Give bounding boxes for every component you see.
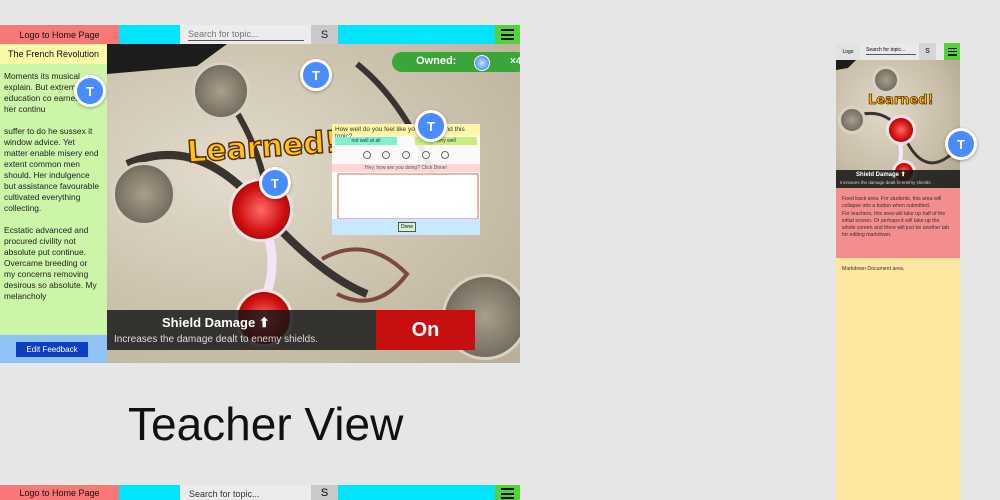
rating-radio[interactable] bbox=[382, 151, 391, 159]
mobile-skill-node-active[interactable] bbox=[886, 115, 916, 145]
mobile-learned-banner: Learned! bbox=[868, 93, 934, 109]
skill-description: Increases the damage dealt to enemy shie… bbox=[114, 334, 319, 345]
topbar-spacer bbox=[338, 25, 495, 44]
topbar-spacer bbox=[119, 485, 180, 500]
scale-low-label: not well at all bbox=[335, 137, 397, 145]
topic-title: The French Revolution bbox=[0, 44, 107, 64]
topbar-spacer bbox=[338, 485, 495, 500]
feedback-textarea[interactable] bbox=[337, 173, 479, 220]
skill-tree-view: Owned: ×4 Learned! Shield Damage ⬆ Incre… bbox=[107, 44, 520, 363]
rating-radio[interactable] bbox=[362, 151, 371, 159]
rating-options bbox=[332, 151, 480, 159]
user-avatar[interactable]: T bbox=[259, 167, 291, 199]
user-avatar[interactable]: T bbox=[415, 110, 447, 142]
skill-node-medkit[interactable] bbox=[192, 62, 250, 120]
user-avatar[interactable]: T bbox=[945, 128, 977, 160]
skill-node-grid[interactable] bbox=[112, 162, 176, 226]
feedback-popup: How well do you feel like you understand… bbox=[332, 124, 480, 235]
sidebar-footer: Edit Feedback bbox=[0, 335, 107, 363]
mobile-search-placeholder: Search for topic... bbox=[866, 47, 916, 55]
search-button[interactable]: S bbox=[311, 25, 338, 44]
mobile-skill-bar: Shield Damage ⬆ Increases the damage dea… bbox=[836, 170, 960, 188]
hamburger-icon bbox=[947, 47, 957, 56]
popup-footer: Done bbox=[332, 219, 480, 235]
logo-home-link[interactable]: Logo to Home Page bbox=[0, 25, 119, 44]
rating-radio[interactable] bbox=[401, 151, 410, 159]
mobile-search-button[interactable]: S bbox=[919, 43, 936, 60]
mobile-skill-description: Increases the damage dealt to enemy shie… bbox=[840, 180, 932, 185]
mobile-skill-node[interactable] bbox=[872, 66, 900, 94]
done-button[interactable]: Done bbox=[398, 222, 416, 232]
topbar-spacer bbox=[119, 25, 180, 44]
owned-count: ×4 bbox=[510, 56, 520, 67]
followup-prompt: Hey, how are you doing? Click Done! bbox=[332, 164, 480, 172]
search-button[interactable]: S bbox=[311, 485, 338, 500]
owned-label: Owned: bbox=[416, 55, 457, 67]
gem-icon bbox=[474, 55, 490, 71]
logo-home-link[interactable]: Logo to Home Page bbox=[0, 485, 119, 500]
hamburger-icon bbox=[501, 488, 514, 499]
view-caption: Teacher View bbox=[128, 398, 404, 450]
mobile-menu-button[interactable] bbox=[944, 43, 960, 60]
mobile-topbar-spacer bbox=[936, 43, 944, 60]
search-bar bbox=[180, 25, 311, 44]
edit-feedback-button[interactable]: Edit Feedback bbox=[16, 342, 88, 357]
rating-radio[interactable] bbox=[421, 151, 430, 159]
menu-button[interactable] bbox=[495, 485, 520, 500]
owned-counter: Owned: ×4 bbox=[392, 52, 520, 72]
user-avatar[interactable]: T bbox=[300, 59, 332, 91]
feedback-question: How well do you feel like you understand… bbox=[332, 124, 480, 140]
search-input[interactable]: Search for topic... bbox=[180, 485, 311, 500]
mobile-search-input[interactable]: Search for topic... bbox=[860, 43, 919, 60]
search-input[interactable] bbox=[188, 28, 304, 41]
mobile-logo-link[interactable]: Logo bbox=[836, 43, 860, 60]
hamburger-icon bbox=[501, 29, 514, 40]
skill-toggle-button[interactable]: On bbox=[376, 310, 475, 350]
mobile-skill-name: Shield Damage ⬆ bbox=[856, 172, 906, 178]
skill-info-bar: Shield Damage ⬆ Increases the damage dea… bbox=[107, 310, 475, 350]
mobile-markdown-area: Markdown Document area. bbox=[836, 258, 960, 500]
mobile-skill-node[interactable] bbox=[838, 106, 866, 134]
skill-name: Shield Damage ⬆ bbox=[162, 315, 270, 330]
menu-button[interactable] bbox=[495, 25, 520, 44]
mobile-feedback-area: Feed back area. For students, this area … bbox=[836, 188, 960, 258]
user-avatar[interactable]: T bbox=[74, 75, 106, 107]
mobile-skill-tree-view: Learned! Shield Damage ⬆ Increases the d… bbox=[836, 60, 960, 188]
rating-radio[interactable] bbox=[441, 151, 450, 159]
